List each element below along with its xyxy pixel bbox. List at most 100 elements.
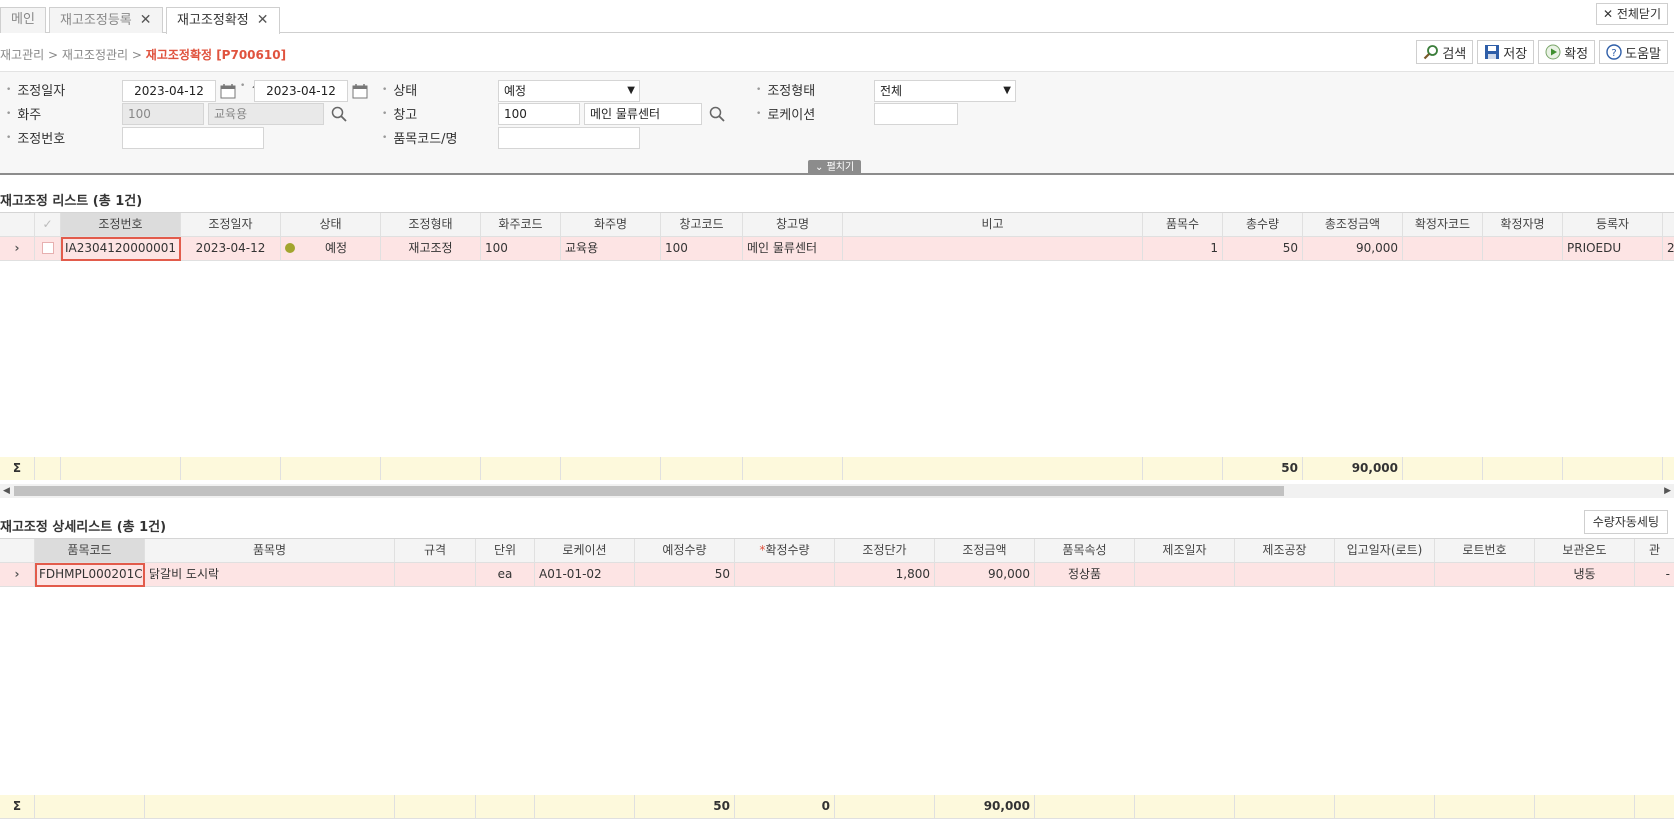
table-row[interactable]: › IA2304120000001 2023-04-12 예정 재고조정 100… bbox=[0, 237, 1674, 261]
col-item-count[interactable]: 품목수 bbox=[1143, 213, 1223, 237]
cell-adj-no[interactable]: IA2304120000001 bbox=[61, 237, 181, 261]
tab-stock-adjust-register[interactable]: 재고조정등록 ✕ bbox=[49, 7, 163, 33]
col-temp[interactable]: 보관온도 bbox=[1535, 539, 1635, 563]
tab-stock-adjust-confirm[interactable]: 재고조정확정 ✕ bbox=[166, 7, 280, 34]
col-item-name[interactable]: 품목명 bbox=[145, 539, 395, 563]
date-to-input[interactable]: 2023-04-12 bbox=[254, 80, 348, 102]
scroll-left-icon[interactable]: ◀ bbox=[3, 484, 10, 498]
horizontal-scrollbar[interactable]: ◀ ▶ bbox=[0, 484, 1674, 498]
col-unit-price[interactable]: 조정단가 bbox=[835, 539, 935, 563]
close-all-button[interactable]: ✕ 전체닫기 bbox=[1595, 3, 1668, 25]
cell-registrant[interactable]: PRIOEDU bbox=[1563, 237, 1663, 261]
col-spec[interactable]: 규격 bbox=[395, 539, 476, 563]
cell-note[interactable] bbox=[843, 237, 1143, 261]
cell-in-date[interactable] bbox=[1335, 563, 1435, 587]
col-in-date[interactable]: 입고일자(로트) bbox=[1335, 539, 1435, 563]
cell-mfg-date[interactable] bbox=[1135, 563, 1235, 587]
cell-more[interactable]: 2 bbox=[1663, 237, 1674, 261]
item-input[interactable] bbox=[498, 127, 640, 149]
col-adj-no[interactable]: 조정번호 bbox=[61, 213, 181, 237]
auto-qty-button[interactable]: 수량자동세팅 bbox=[1583, 510, 1668, 534]
location-input[interactable] bbox=[874, 103, 958, 125]
summary-row: Σ 50 0 90,000 bbox=[0, 795, 1674, 819]
cell-location[interactable]: A01-01-02 bbox=[535, 563, 635, 587]
calendar-icon[interactable] bbox=[352, 83, 368, 99]
cell-amount[interactable]: 90,000 bbox=[935, 563, 1035, 587]
col-owner-name[interactable]: 화주명 bbox=[561, 213, 661, 237]
date-from-input[interactable]: 2023-04-12 bbox=[122, 80, 216, 102]
col-location[interactable]: 로케이션 bbox=[535, 539, 635, 563]
col-confirmed-qty[interactable]: *확정수량 bbox=[735, 539, 835, 563]
help-button[interactable]: ? 도움말 bbox=[1599, 40, 1668, 64]
cell-adj-date[interactable]: 2023-04-12 bbox=[181, 237, 281, 261]
confirm-button[interactable]: 확정 bbox=[1538, 40, 1596, 64]
col-wh-code[interactable]: 창고코드 bbox=[661, 213, 743, 237]
cell-wh-code[interactable]: 100 bbox=[661, 237, 743, 261]
warehouse-name-input[interactable]: 메인 물류센터 bbox=[584, 103, 702, 125]
table-row[interactable]: › FDHMPL000201C 닭갈비 도시락 ea A01-01-02 50 … bbox=[0, 563, 1674, 587]
col-amount[interactable]: 조정금액 bbox=[935, 539, 1035, 563]
close-icon[interactable]: ✕ bbox=[257, 8, 269, 32]
adj-type-select[interactable]: 전체 ▼ bbox=[874, 80, 1016, 102]
expand-toggle[interactable]: ⌄ 펼치기 bbox=[808, 160, 862, 175]
cell-total-qty[interactable]: 50 bbox=[1223, 237, 1303, 261]
cell-item-code[interactable]: FDHMPL000201C bbox=[35, 563, 145, 587]
col-confirmer-code[interactable]: 확정자코드 bbox=[1403, 213, 1483, 237]
close-icon[interactable]: ✕ bbox=[140, 8, 152, 32]
adj-no-input[interactable] bbox=[122, 127, 264, 149]
play-icon bbox=[1545, 44, 1561, 60]
scroll-right-icon[interactable]: ▶ bbox=[1664, 484, 1671, 498]
cell-more[interactable]: - bbox=[1635, 563, 1674, 587]
cell-adj-type[interactable]: 재고조정 bbox=[381, 237, 481, 261]
col-status[interactable]: 상태 bbox=[281, 213, 381, 237]
col-lot-no[interactable]: 로트번호 bbox=[1435, 539, 1535, 563]
col-wh-name[interactable]: 창고명 bbox=[743, 213, 843, 237]
cell-confirmer-name[interactable] bbox=[1483, 237, 1563, 261]
col-item-code[interactable]: 품목코드 bbox=[35, 539, 145, 563]
calendar-icon[interactable] bbox=[220, 83, 236, 99]
cell-item-name[interactable]: 닭갈비 도시락 bbox=[145, 563, 395, 587]
cell-attribute[interactable]: 정상품 bbox=[1035, 563, 1135, 587]
col-registrant[interactable]: 등록자 bbox=[1563, 213, 1663, 237]
tab-main[interactable]: 메인 bbox=[0, 7, 46, 33]
cell-status[interactable]: 예정 bbox=[281, 237, 381, 261]
cell-planned-qty[interactable]: 50 bbox=[635, 563, 735, 587]
cell-lot-no[interactable] bbox=[1435, 563, 1535, 587]
col-planned-qty[interactable]: 예정수량 bbox=[635, 539, 735, 563]
col-factory[interactable]: 제조공장 bbox=[1235, 539, 1335, 563]
col-unit[interactable]: 단위 bbox=[476, 539, 535, 563]
cell-owner-name[interactable]: 교육용 bbox=[561, 237, 661, 261]
cell-unit-price[interactable]: 1,800 bbox=[835, 563, 935, 587]
search-icon[interactable] bbox=[708, 105, 726, 123]
cell-total-amount[interactable]: 90,000 bbox=[1303, 237, 1403, 261]
status-select[interactable]: 예정 ▼ bbox=[498, 80, 640, 102]
col-total-qty[interactable]: 총수량 bbox=[1223, 213, 1303, 237]
cell-wh-name[interactable]: 메인 물류센터 bbox=[743, 237, 843, 261]
row-checkbox[interactable] bbox=[35, 237, 61, 261]
cell-confirmed-qty[interactable] bbox=[735, 563, 835, 587]
cell-factory[interactable] bbox=[1235, 563, 1335, 587]
col-adj-type[interactable]: 조정형태 bbox=[381, 213, 481, 237]
col-note[interactable]: 비고 bbox=[843, 213, 1143, 237]
col-more[interactable]: 관 bbox=[1635, 539, 1674, 563]
cell-owner-code[interactable]: 100 bbox=[481, 237, 561, 261]
col-total-amount[interactable]: 총조정금액 bbox=[1303, 213, 1403, 237]
save-icon bbox=[1484, 44, 1500, 60]
check-all-icon[interactable]: ✓ bbox=[35, 213, 61, 237]
search-button[interactable]: 검색 bbox=[1416, 40, 1474, 64]
cell-unit[interactable]: ea bbox=[476, 563, 535, 587]
save-button[interactable]: 저장 bbox=[1477, 40, 1535, 64]
cell-confirmer-code[interactable] bbox=[1403, 237, 1483, 261]
col-owner-code[interactable]: 화주코드 bbox=[481, 213, 561, 237]
col-more[interactable]: 등 bbox=[1663, 213, 1674, 237]
search-icon[interactable] bbox=[330, 105, 348, 123]
cell-item-count[interactable]: 1 bbox=[1143, 237, 1223, 261]
warehouse-code-input[interactable]: 100 bbox=[498, 103, 580, 125]
col-mfg-date[interactable]: 제조일자 bbox=[1135, 539, 1235, 563]
col-confirmer-name[interactable]: 확정자명 bbox=[1483, 213, 1563, 237]
cell-spec[interactable] bbox=[395, 563, 476, 587]
cell-temp[interactable]: 냉동 bbox=[1535, 563, 1635, 587]
scrollbar-thumb[interactable] bbox=[14, 486, 1284, 496]
col-adj-date[interactable]: 조정일자 bbox=[181, 213, 281, 237]
col-attribute[interactable]: 품목속성 bbox=[1035, 539, 1135, 563]
